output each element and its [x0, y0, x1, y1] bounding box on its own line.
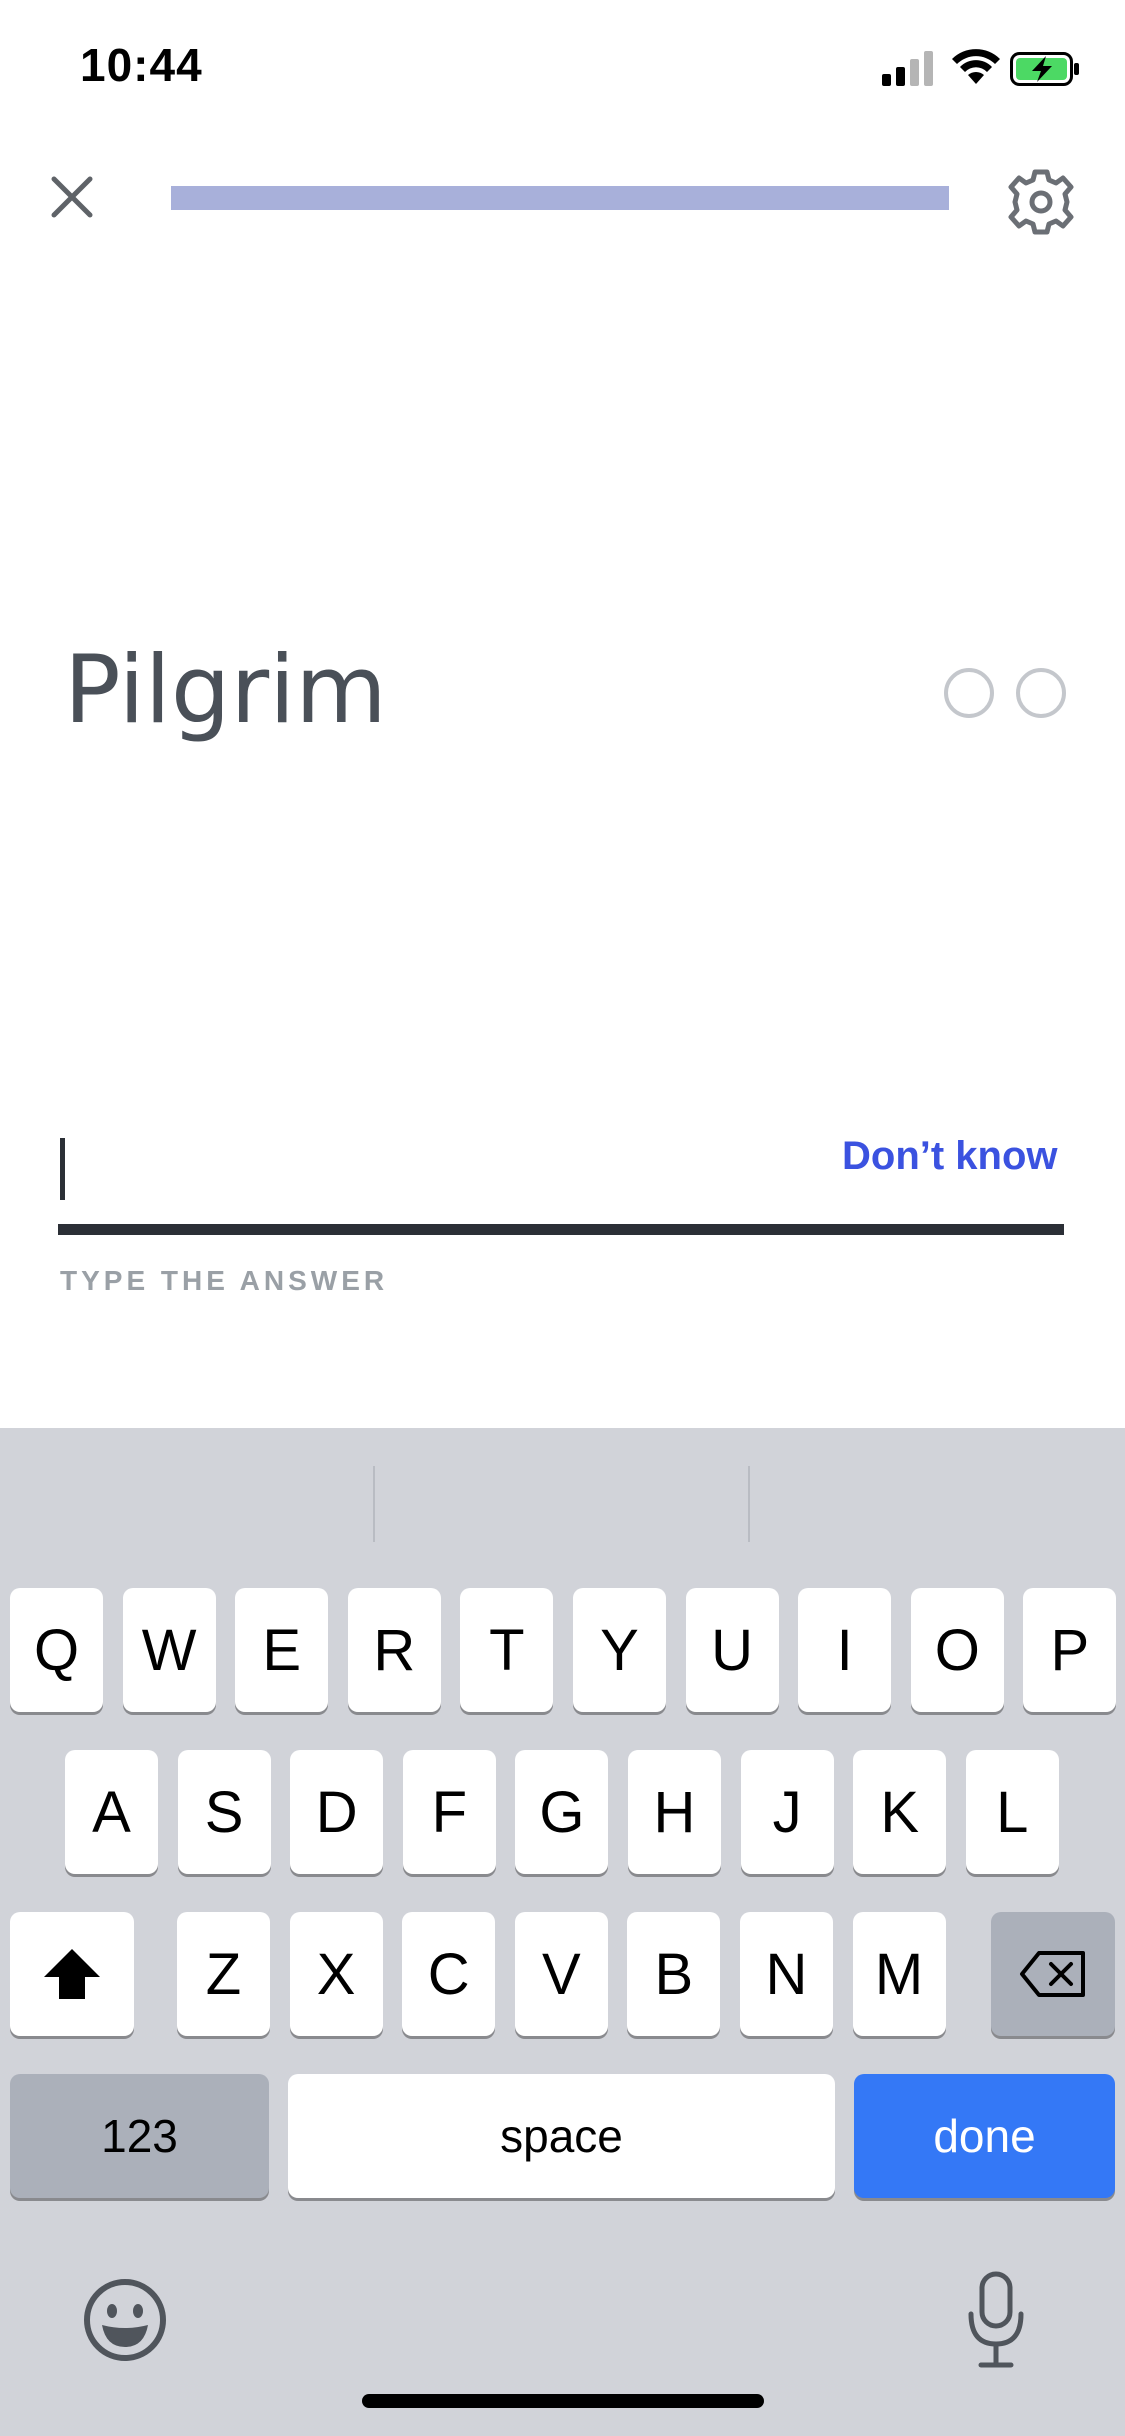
- key-e[interactable]: E: [235, 1588, 329, 1712]
- key-l[interactable]: L: [965, 1750, 1059, 1874]
- key-b[interactable]: B: [627, 1912, 721, 2036]
- key-z[interactable]: Z: [177, 1912, 270, 2036]
- done-key[interactable]: done: [854, 2074, 1115, 2198]
- attempt-indicator: [1016, 668, 1066, 718]
- key-s[interactable]: S: [177, 1750, 271, 1874]
- key-t[interactable]: T: [460, 1588, 554, 1712]
- numbers-key[interactable]: 123: [10, 2074, 269, 2198]
- key-i[interactable]: I: [798, 1588, 892, 1712]
- key-d[interactable]: D: [290, 1750, 384, 1874]
- answer-underline: [58, 1224, 1064, 1235]
- settings-gear-icon[interactable]: [1005, 166, 1077, 238]
- key-g[interactable]: G: [515, 1750, 609, 1874]
- key-m[interactable]: M: [852, 1912, 946, 2036]
- key-p[interactable]: P: [1023, 1588, 1117, 1712]
- wifi-icon: [952, 49, 1000, 84]
- shift-key[interactable]: [10, 1912, 134, 2036]
- progress-fill: [171, 186, 949, 210]
- home-indicator: [362, 2394, 764, 2408]
- cellular-signal-icon: [882, 51, 933, 86]
- emoji-icon[interactable]: [80, 2275, 170, 2365]
- key-r[interactable]: R: [347, 1588, 441, 1712]
- close-icon[interactable]: [40, 165, 104, 229]
- key-y[interactable]: Y: [573, 1588, 666, 1712]
- microphone-icon[interactable]: [965, 2270, 1027, 2370]
- key-f[interactable]: F: [402, 1750, 496, 1874]
- delete-key[interactable]: [991, 1912, 1115, 2036]
- text-cursor: [60, 1138, 65, 1200]
- key-w[interactable]: W: [122, 1588, 216, 1712]
- battery-charging-icon: [1010, 52, 1079, 86]
- key-k[interactable]: K: [853, 1750, 947, 1874]
- key-c[interactable]: C: [402, 1912, 496, 2036]
- prompt-word: Pilgrim: [64, 636, 387, 745]
- key-x[interactable]: X: [289, 1912, 383, 2036]
- answer-input[interactable]: [58, 1130, 822, 1222]
- space-key[interactable]: space: [288, 2074, 835, 2198]
- shift-arrow-icon: [44, 1949, 100, 1999]
- key-o[interactable]: O: [910, 1588, 1004, 1712]
- key-a[interactable]: A: [65, 1750, 158, 1874]
- answer-hint: TYPE THE ANSWER: [60, 1265, 389, 1296]
- progress-bar: [171, 186, 949, 210]
- backspace-icon: [1020, 1951, 1085, 1997]
- key-u[interactable]: U: [685, 1588, 779, 1712]
- suggestion-separator: [748, 1466, 750, 1542]
- status-time: 10:44: [80, 39, 203, 91]
- key-q[interactable]: Q: [10, 1588, 103, 1712]
- suggestion-separator: [373, 1466, 375, 1542]
- key-h[interactable]: H: [628, 1750, 721, 1874]
- key-n[interactable]: N: [740, 1912, 833, 2036]
- key-v[interactable]: V: [514, 1912, 608, 2036]
- attempt-indicator: [944, 668, 994, 718]
- dont-know-button[interactable]: Don’t know: [842, 1134, 1058, 1179]
- key-j[interactable]: J: [740, 1750, 834, 1874]
